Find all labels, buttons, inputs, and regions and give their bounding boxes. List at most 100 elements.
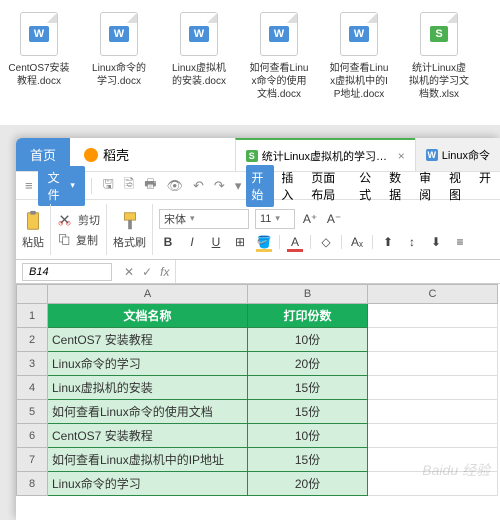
- close-icon[interactable]: ×: [398, 149, 405, 163]
- name-box[interactable]: [22, 263, 112, 281]
- data-cell[interactable]: 10份: [248, 328, 368, 352]
- empty-cell[interactable]: [368, 328, 498, 352]
- file-item[interactable]: W Linux虚拟机的安装.docx: [168, 12, 230, 101]
- paintbrush-icon: [119, 210, 141, 232]
- header-cell[interactable]: 文档名称: [48, 304, 248, 328]
- ribbon-tab-data[interactable]: 数据: [384, 165, 412, 207]
- dropdown-icon[interactable]: ▾: [235, 178, 242, 194]
- column-header[interactable]: C: [368, 284, 498, 304]
- word-file-icon: W: [340, 12, 378, 56]
- italic-button[interactable]: I: [183, 233, 201, 251]
- data-cell[interactable]: Linux命令的学习: [48, 352, 248, 376]
- ribbon-tab-view[interactable]: 视图: [444, 165, 472, 207]
- fx-icon[interactable]: fx: [160, 265, 169, 279]
- decrease-font-icon[interactable]: A⁻: [325, 210, 343, 228]
- ribbon-menu: ≡ 文件 🖫 🗟 🖶 👁 ↶ ↷ ▾ 开始 插入 页面布局 公式 数据 审阅 视…: [16, 172, 500, 200]
- underline-button[interactable]: U: [207, 233, 225, 251]
- data-cell[interactable]: 20份: [248, 472, 368, 496]
- data-cell[interactable]: Linux虚拟机的安装: [48, 376, 248, 400]
- clear-format-button[interactable]: Aₓ: [348, 233, 366, 251]
- ribbon-tabs: 开始 插入 页面布局 公式 数据 审阅 视图 开: [246, 165, 496, 207]
- formula-input[interactable]: [175, 260, 500, 283]
- data-cell[interactable]: 15份: [248, 400, 368, 424]
- cancel-icon[interactable]: ✕: [124, 265, 134, 279]
- redo-icon[interactable]: ↷: [214, 178, 225, 194]
- confirm-icon[interactable]: ✓: [142, 265, 152, 279]
- data-cell[interactable]: 20份: [248, 352, 368, 376]
- highlight-button[interactable]: ◇: [317, 233, 335, 251]
- desktop-area: W CentOS7安装教程.docx W Linux命令的学习.docx W L…: [0, 0, 500, 125]
- file-item[interactable]: W Linux命令的学习.docx: [88, 12, 150, 101]
- daoke-icon: [84, 148, 98, 162]
- row-header[interactable]: 8: [16, 472, 48, 496]
- ribbon-tab-formula[interactable]: 公式: [354, 165, 382, 207]
- ribbon-tab-open[interactable]: 开: [474, 165, 496, 207]
- align-bottom-icon[interactable]: ⬇: [427, 233, 445, 251]
- paste-button[interactable]: 粘贴: [22, 210, 44, 250]
- format-painter-button[interactable]: 格式刷: [113, 210, 146, 250]
- data-cell[interactable]: CentOS7 安装教程: [48, 328, 248, 352]
- select-all-corner[interactable]: [16, 284, 48, 304]
- sheet-icon: S: [246, 150, 258, 162]
- table-row: 4 Linux虚拟机的安装 15份: [16, 376, 500, 400]
- data-cell[interactable]: 15份: [248, 376, 368, 400]
- file-item[interactable]: W 如何查看Linux命令的使用文档.docx: [248, 12, 310, 101]
- file-label: CentOS7安装教程.docx: [8, 62, 70, 88]
- column-header[interactable]: A: [48, 284, 248, 304]
- cut-button[interactable]: 剪切: [57, 212, 100, 228]
- font-name-select[interactable]: 宋体: [159, 209, 249, 229]
- data-cell[interactable]: 如何查看Linux命令的使用文档: [48, 400, 248, 424]
- undo-icon[interactable]: ↶: [193, 178, 204, 194]
- ribbon-tab-layout[interactable]: 页面布局: [306, 165, 352, 207]
- row-header[interactable]: 6: [16, 424, 48, 448]
- ribbon-tab-start[interactable]: 开始: [246, 165, 274, 207]
- menu-icon[interactable]: ≡: [25, 178, 33, 193]
- column-header[interactable]: B: [248, 284, 368, 304]
- file-item[interactable]: S 统计Linux虚拟机的学习文档数.xlsx: [408, 12, 470, 101]
- row-header[interactable]: 1: [16, 304, 48, 328]
- data-cell[interactable]: 15份: [248, 448, 368, 472]
- font-size-select[interactable]: 11: [255, 209, 295, 229]
- row-header[interactable]: 5: [16, 400, 48, 424]
- align-left-icon[interactable]: ≡: [451, 233, 469, 251]
- file-item[interactable]: W CentOS7安装教程.docx: [8, 12, 70, 101]
- increase-font-icon[interactable]: A⁺: [301, 210, 319, 228]
- header-cell[interactable]: 打印份数: [248, 304, 368, 328]
- align-middle-icon[interactable]: ↕: [403, 233, 421, 251]
- data-cell[interactable]: 10份: [248, 424, 368, 448]
- save-as-icon[interactable]: 🗟: [124, 175, 134, 197]
- fill-color-icon[interactable]: 🪣: [255, 233, 273, 251]
- row-header[interactable]: 3: [16, 352, 48, 376]
- word-icon: W: [426, 149, 438, 161]
- empty-cell[interactable]: [368, 304, 498, 328]
- file-label: Linux虚拟机的安装.docx: [168, 62, 230, 88]
- word-file-icon: W: [180, 12, 218, 56]
- data-cell[interactable]: Linux命令的学习: [48, 472, 248, 496]
- empty-cell[interactable]: [368, 400, 498, 424]
- scissors-icon: [57, 212, 72, 227]
- empty-cell[interactable]: [368, 352, 498, 376]
- font-color-button[interactable]: A: [286, 233, 304, 251]
- print-icon[interactable]: 🖶: [144, 175, 156, 197]
- empty-cell[interactable]: [368, 376, 498, 400]
- word-file-icon: W: [20, 12, 58, 56]
- data-cell[interactable]: CentOS7 安装教程: [48, 424, 248, 448]
- file-menu[interactable]: 文件: [38, 166, 85, 206]
- copy-button[interactable]: 复制: [57, 232, 98, 248]
- ribbon-tab-review[interactable]: 审阅: [414, 165, 442, 207]
- row-header[interactable]: 7: [16, 448, 48, 472]
- print-preview-icon[interactable]: 👁: [167, 178, 184, 194]
- word-file-icon: W: [260, 12, 298, 56]
- data-cell[interactable]: 如何查看Linux虚拟机中的IP地址: [48, 448, 248, 472]
- empty-cell[interactable]: [368, 424, 498, 448]
- border-button[interactable]: ⊞: [231, 233, 249, 251]
- save-icon[interactable]: 🖫: [103, 175, 114, 197]
- table-row: 5 如何查看Linux命令的使用文档 15份: [16, 400, 500, 424]
- file-item[interactable]: W 如何查看Linux虚拟机中的IP地址.docx: [328, 12, 390, 101]
- align-top-icon[interactable]: ⬆: [379, 233, 397, 251]
- watermark: Baidu 经验: [422, 460, 490, 480]
- row-header[interactable]: 4: [16, 376, 48, 400]
- bold-button[interactable]: B: [159, 233, 177, 251]
- row-header[interactable]: 2: [16, 328, 48, 352]
- ribbon-tab-insert[interactable]: 插入: [276, 165, 304, 207]
